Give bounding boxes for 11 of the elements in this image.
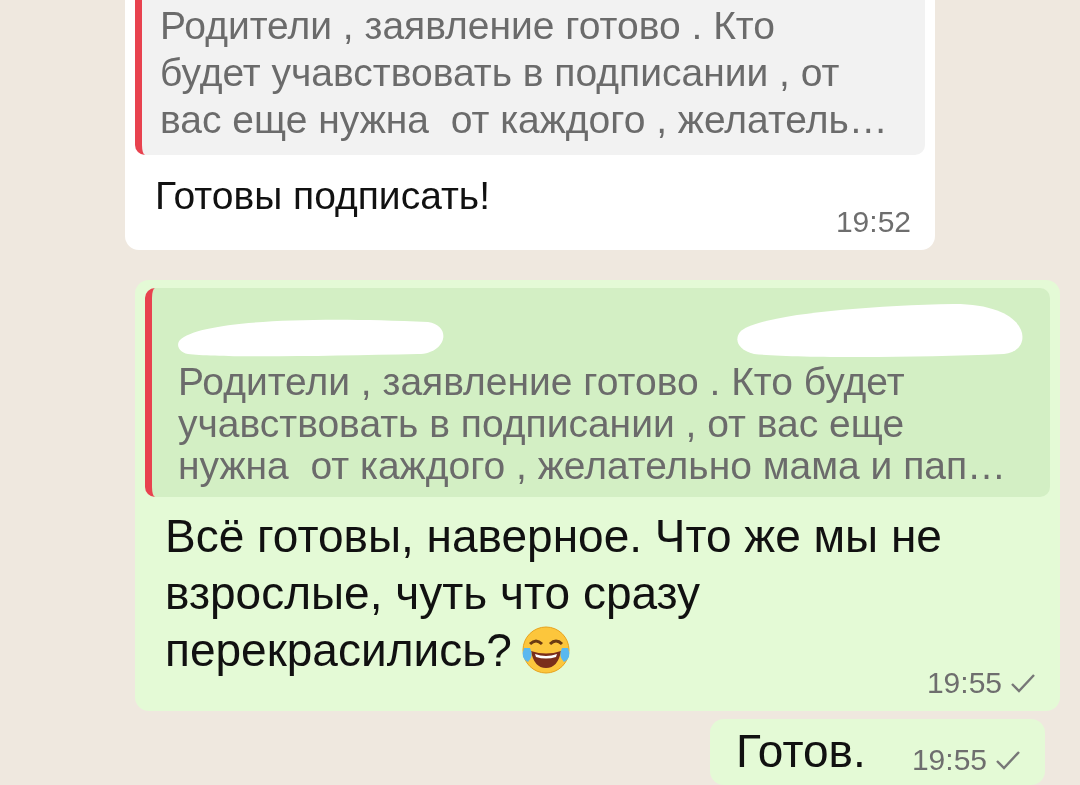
quoted-message[interactable]: Родители , заявление готово . Кто будет учавствовать в подписании , от вас еще нужна от каждого , желатель… (135, 0, 925, 155)
message-bubble[interactable] (135, 280, 1060, 711)
quoted-text: Родители , заявление готово . Кто будет учавствовать в подписании , от вас еще нужна от каждого , желатель… (160, 3, 889, 143)
message-bubble[interactable]: Родители , заявление готово . Кто будет учавствовать в подписании , от вас еще нужна от каждого , желатель… Готовы подписать! 19:52 (125, 0, 935, 250)
quoted-message[interactable]: Родители , заявление готово . Кто будет учавствовать в подписании , от вас еще нужна от каждого , желательно мама и пап… (145, 288, 1050, 497)
message-text: Готовы подписать! (155, 174, 490, 217)
message-time: 19:55 (911, 743, 987, 777)
message-text: Готов. (736, 727, 866, 775)
quoted-text: Родители , заявление готово . Кто будет учавствовать в подписании , от вас еще нужна от каждого , желательно мама и пап… (178, 361, 1008, 487)
message-bubble[interactable]: Готов. 19:55 (710, 719, 1045, 785)
message-time: 19:52 (835, 205, 911, 239)
